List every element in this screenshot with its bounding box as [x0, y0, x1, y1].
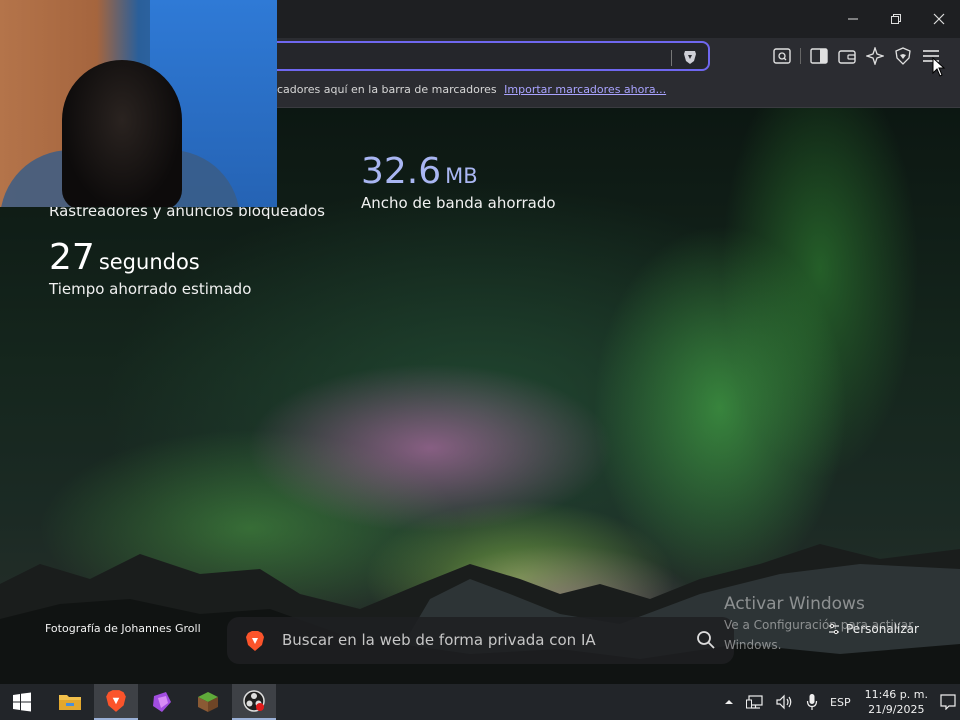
wallet-icon	[838, 50, 856, 64]
chevron-up-icon	[725, 700, 734, 704]
taskbar-purple-app[interactable]	[140, 684, 184, 720]
time-saved-stat: 27 segundos Tiempo ahorrado estimado	[49, 237, 252, 299]
microphone-button[interactable]	[800, 684, 824, 720]
windows-logo-icon	[13, 692, 31, 712]
toolbar-separator	[800, 48, 801, 64]
minecraft-grass-block-icon	[198, 692, 218, 712]
time-saved-label: Tiempo ahorrado estimado	[49, 280, 252, 298]
microphone-icon	[806, 694, 818, 710]
restore-button[interactable]	[874, 0, 917, 38]
leo-ai-icon	[866, 47, 884, 65]
taskbar-clock[interactable]: 11:46 p. m. 21/9/2025	[857, 687, 936, 717]
vpn-button[interactable]	[889, 44, 917, 68]
brave-browser-icon	[106, 690, 126, 712]
leo-ai-button[interactable]	[861, 44, 889, 68]
brave-shield-icon	[684, 51, 696, 64]
network-icon	[746, 695, 763, 709]
taskbar-file-explorer[interactable]	[48, 684, 92, 720]
activate-line1: Ve a Configuración para activar	[724, 618, 914, 632]
minimize-icon	[847, 18, 858, 20]
sidebar-button[interactable]	[805, 44, 833, 68]
brave-shields-button[interactable]	[682, 49, 698, 69]
folder-icon	[59, 695, 81, 710]
language-indicator[interactable]: ESP	[824, 684, 857, 720]
address-bar[interactable]	[230, 41, 710, 71]
bandwidth-unit: MB	[445, 164, 478, 188]
close-icon	[933, 13, 944, 25]
search-box[interactable]: Buscar en la web de forma privada con IA	[227, 617, 734, 664]
clock-time: 11:46 p. m.	[864, 688, 928, 701]
search-icon[interactable]	[696, 630, 716, 650]
bookmarks-hint: cadores aquí en la barra de marcadores I…	[277, 83, 666, 96]
clock-date: 21/9/2025	[868, 703, 925, 716]
vpn-icon	[895, 47, 911, 65]
obs-studio-icon	[243, 690, 265, 712]
window-controls	[831, 0, 960, 38]
bookmarks-hint-text: cadores aquí en la barra de marcadores	[277, 83, 497, 96]
purple-app-icon	[153, 692, 171, 712]
volume-button[interactable]	[770, 684, 800, 720]
sidebar-icon	[810, 48, 828, 64]
start-button[interactable]	[0, 684, 44, 720]
show-hidden-icons-button[interactable]	[718, 684, 740, 720]
webcam-person	[62, 60, 182, 207]
time-saved-value: 27	[49, 237, 95, 278]
close-button[interactable]	[917, 0, 960, 38]
search-placeholder: Buscar en la web de forma privada con IA	[282, 631, 596, 649]
taskbar-brave[interactable]	[94, 684, 138, 720]
taskbar-minecraft[interactable]	[186, 684, 230, 720]
windows-taskbar: ESP 11:46 p. m. 21/9/2025	[0, 684, 960, 720]
address-separator	[671, 50, 672, 66]
mouse-cursor-icon	[932, 57, 946, 77]
notifications-button[interactable]	[936, 684, 960, 720]
taskbar-obs[interactable]	[232, 684, 276, 720]
import-bookmarks-link[interactable]: Importar marcadores ahora...	[504, 83, 666, 96]
speaker-icon	[776, 694, 792, 710]
network-button[interactable]	[740, 684, 770, 720]
activate-line2: Windows.	[724, 638, 782, 652]
restore-icon	[890, 14, 901, 24]
brave-logo-icon	[246, 631, 264, 651]
webcam-overlay	[0, 0, 277, 207]
activate-windows-watermark: Activar Windows Ve a Configuración para …	[724, 594, 913, 654]
wallet-button[interactable]	[833, 44, 861, 68]
system-tray: ESP 11:46 p. m. 21/9/2025	[718, 684, 960, 720]
toolbar-icons	[768, 44, 945, 68]
reader-mode-icon	[773, 48, 791, 64]
activate-title: Activar Windows	[724, 594, 865, 614]
minimize-button[interactable]	[831, 0, 874, 38]
reader-mode-button[interactable]	[768, 44, 796, 68]
bandwidth-stat: 32.6 MB Ancho de banda ahorrado	[361, 151, 556, 213]
time-saved-unit: segundos	[98, 250, 200, 274]
photo-credit[interactable]: Fotografía de Johannes Groll	[45, 622, 201, 635]
notification-icon	[940, 694, 956, 710]
bandwidth-value: 32.6	[361, 151, 442, 192]
bandwidth-label: Ancho de banda ahorrado	[361, 194, 556, 212]
